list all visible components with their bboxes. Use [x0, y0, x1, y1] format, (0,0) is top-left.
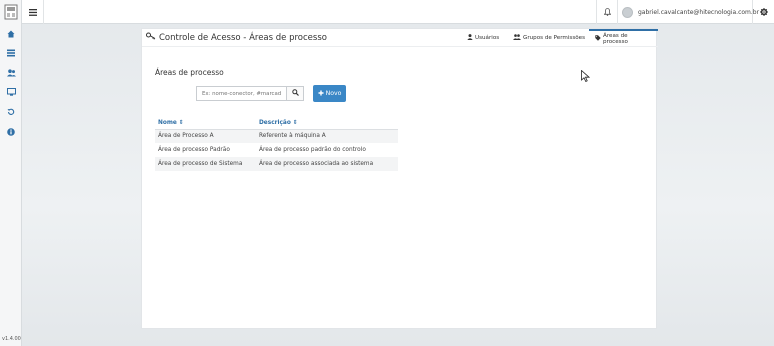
info-icon[interactable] [0, 125, 22, 139]
column-header-descricao[interactable]: Descrição ⇕ [256, 117, 398, 130]
main-panel: Controle de Acesso - Áreas de processo U… [141, 28, 658, 329]
table-row[interactable]: Área de processo de Sistema Área de proc… [155, 157, 398, 171]
app-logo[interactable] [2, 2, 20, 22]
cell-description: Referente à máquina A [256, 129, 398, 143]
home-icon[interactable] [0, 27, 22, 41]
tab-usuarios[interactable]: Usuários [461, 29, 505, 47]
group-icon [513, 34, 521, 42]
search-icon [291, 89, 299, 98]
cell-description: Área de processo padrão do controlo [259, 147, 366, 153]
table-header-row: Nome ⇕ Descrição ⇕ [155, 117, 398, 130]
cell-name: Área de Processo A [155, 129, 256, 143]
search-group [196, 86, 304, 101]
panel-header: Controle de Acesso - Áreas de processo U… [142, 29, 658, 47]
version-label: v1.4.00 [2, 336, 21, 342]
cell-description: Área de processo associada ao sistema [256, 157, 398, 171]
history-icon[interactable] [0, 105, 22, 119]
tag-icon [595, 35, 601, 43]
users-icon[interactable] [0, 66, 22, 80]
left-sidebar: v1.4.00 [0, 0, 22, 346]
cell-name: Área de processo Padrão [158, 147, 230, 153]
sort-icon: ⇕ [178, 119, 184, 126]
notifications-bell-icon[interactable] [596, 0, 618, 24]
user-menu[interactable]: gabriel.cavalcante@hitecnologia.com.br [622, 0, 759, 24]
user-email: gabriel.cavalcante@hitecnologia.com.br [638, 8, 760, 16]
tab-areas-processo[interactable]: Áreas de processo [589, 29, 658, 47]
monitor-icon[interactable] [0, 85, 22, 99]
search-button[interactable] [286, 86, 304, 101]
user-icon [467, 34, 473, 42]
tab-grupos-permissoes[interactable]: Grupos de Permissões [507, 29, 591, 47]
areas-table: Nome ⇕ Descrição ⇕ Área de Processo A Re… [155, 117, 398, 171]
page-title: Controle de Acesso - Áreas de processo [146, 32, 327, 43]
menu-toggle-icon[interactable] [22, 0, 44, 24]
keys-icon [146, 32, 156, 43]
sort-icon: ⇕ [292, 119, 298, 126]
cell-name: Área de processo de Sistema [155, 157, 256, 171]
new-button[interactable]: Novo [313, 85, 346, 102]
plus-icon [318, 90, 324, 98]
column-header-nome[interactable]: Nome ⇕ [155, 117, 256, 130]
section-title: Áreas de processo [155, 68, 224, 77]
top-bar: gabriel.cavalcante@hitecnologia.com.br [22, 0, 774, 24]
list-icon[interactable] [0, 46, 22, 60]
search-input[interactable] [196, 86, 286, 101]
mouse-cursor-icon [581, 69, 591, 83]
settings-gear-icon[interactable] [752, 0, 774, 24]
avatar [622, 6, 633, 18]
table-row[interactable]: Área de processo Padrão Área de processo… [155, 143, 398, 157]
table-row[interactable]: Área de Processo A Referente à máquina A [155, 129, 398, 143]
